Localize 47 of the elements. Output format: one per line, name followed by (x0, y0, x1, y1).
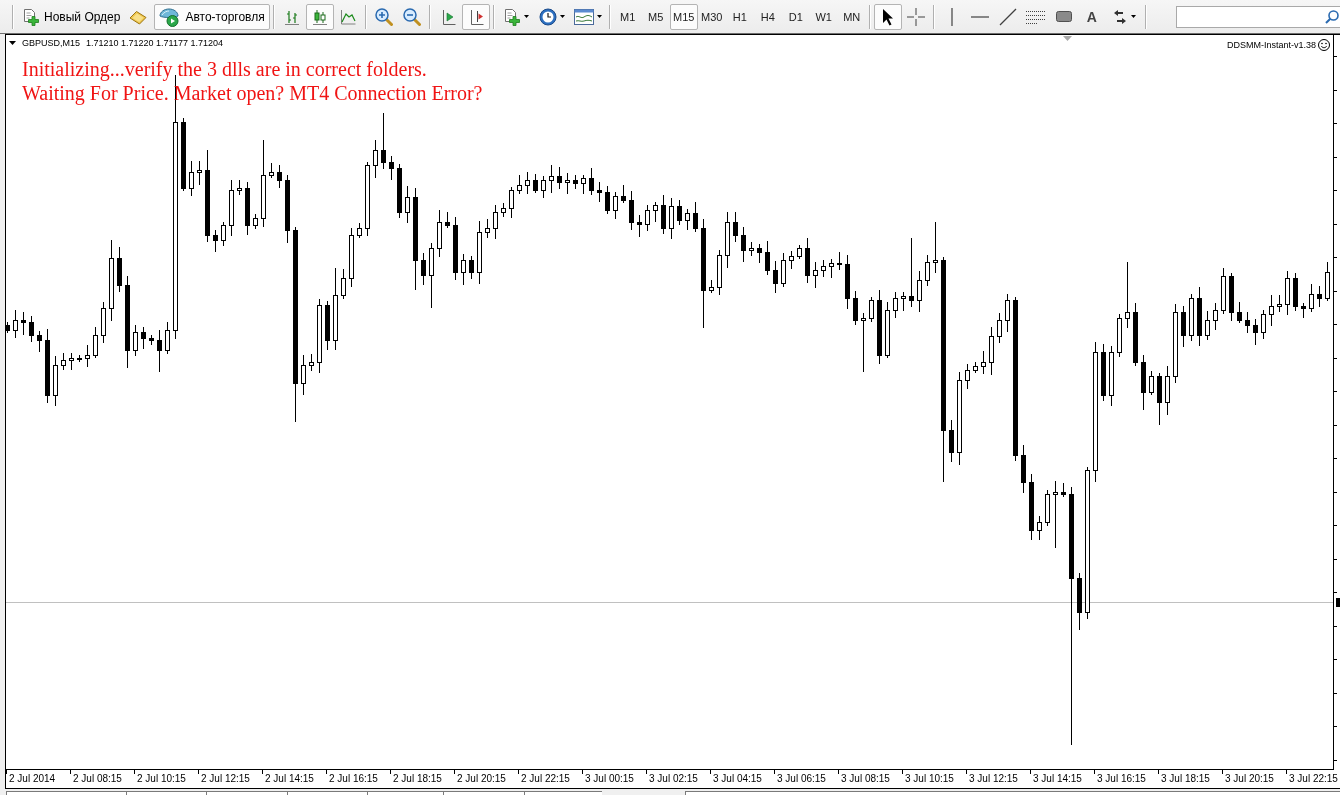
candlestick-chart-button[interactable] (305, 3, 334, 30)
timeframe-button[interactable]: M30 (697, 3, 726, 30)
document-plus-icon (502, 7, 521, 26)
timeframe-button[interactable]: MN (837, 3, 866, 30)
line-chart-icon (339, 8, 356, 25)
timeframe-button[interactable]: M15 (669, 3, 698, 30)
chart-symbol: GBPUSD,M15 (22, 38, 81, 48)
new-order-button[interactable]: Новый Ордер (17, 3, 126, 30)
timeframe-button[interactable]: M5 (641, 3, 670, 30)
diamond-icon (129, 8, 148, 25)
cursor-button[interactable] (873, 3, 902, 30)
timeframe-button[interactable]: H4 (753, 3, 782, 30)
caret-icon[interactable] (9, 41, 16, 45)
search-field[interactable] (1176, 5, 1340, 28)
caret-icon (523, 15, 529, 18)
caret-icon (596, 15, 602, 18)
search-icon (1325, 9, 1339, 24)
shift-marker-icon (1063, 36, 1072, 41)
price-marker-icon (1336, 598, 1340, 607)
expert-name: DDSMM-Instant-v1.38 (1226, 40, 1316, 50)
clock-icon (538, 7, 557, 26)
trend-line-icon (998, 7, 1017, 26)
rectangle-icon (1055, 11, 1072, 22)
vertical-line-icon (950, 7, 953, 26)
smiley-icon (1318, 39, 1330, 51)
caret-icon (1130, 15, 1136, 18)
status-message: Initializing...verify the 3 dlls are in correct folders. (22, 57, 428, 81)
timeframe-button[interactable]: M1 (613, 3, 642, 30)
text-button[interactable]: A (1077, 3, 1106, 30)
caret-icon (559, 15, 565, 18)
dotted-lines-icon (1025, 9, 1046, 24)
zoom-in-icon (374, 7, 393, 26)
timeframe-button[interactable]: H1 (725, 3, 754, 30)
timeframe-button[interactable]: D1 (781, 3, 810, 30)
timeframe-button[interactable]: W1 (809, 3, 838, 30)
chart-shift-button[interactable] (461, 3, 490, 30)
ohlc-prices: 1.71210 1.71220 1.71177 1.71204 (86, 38, 223, 48)
crosshair-icon (906, 7, 925, 26)
candlestick-icon (311, 8, 328, 25)
zoom-out-icon (402, 7, 421, 26)
horizontal-line-icon (970, 15, 989, 18)
cap-play-icon (159, 6, 180, 27)
document-plus-icon (22, 7, 40, 26)
auto-trading-button[interactable]: Авто-торговля (154, 3, 270, 30)
bar-chart-icon (283, 8, 300, 25)
cursor-arrow-icon (882, 7, 894, 26)
template-window-icon (573, 8, 594, 25)
